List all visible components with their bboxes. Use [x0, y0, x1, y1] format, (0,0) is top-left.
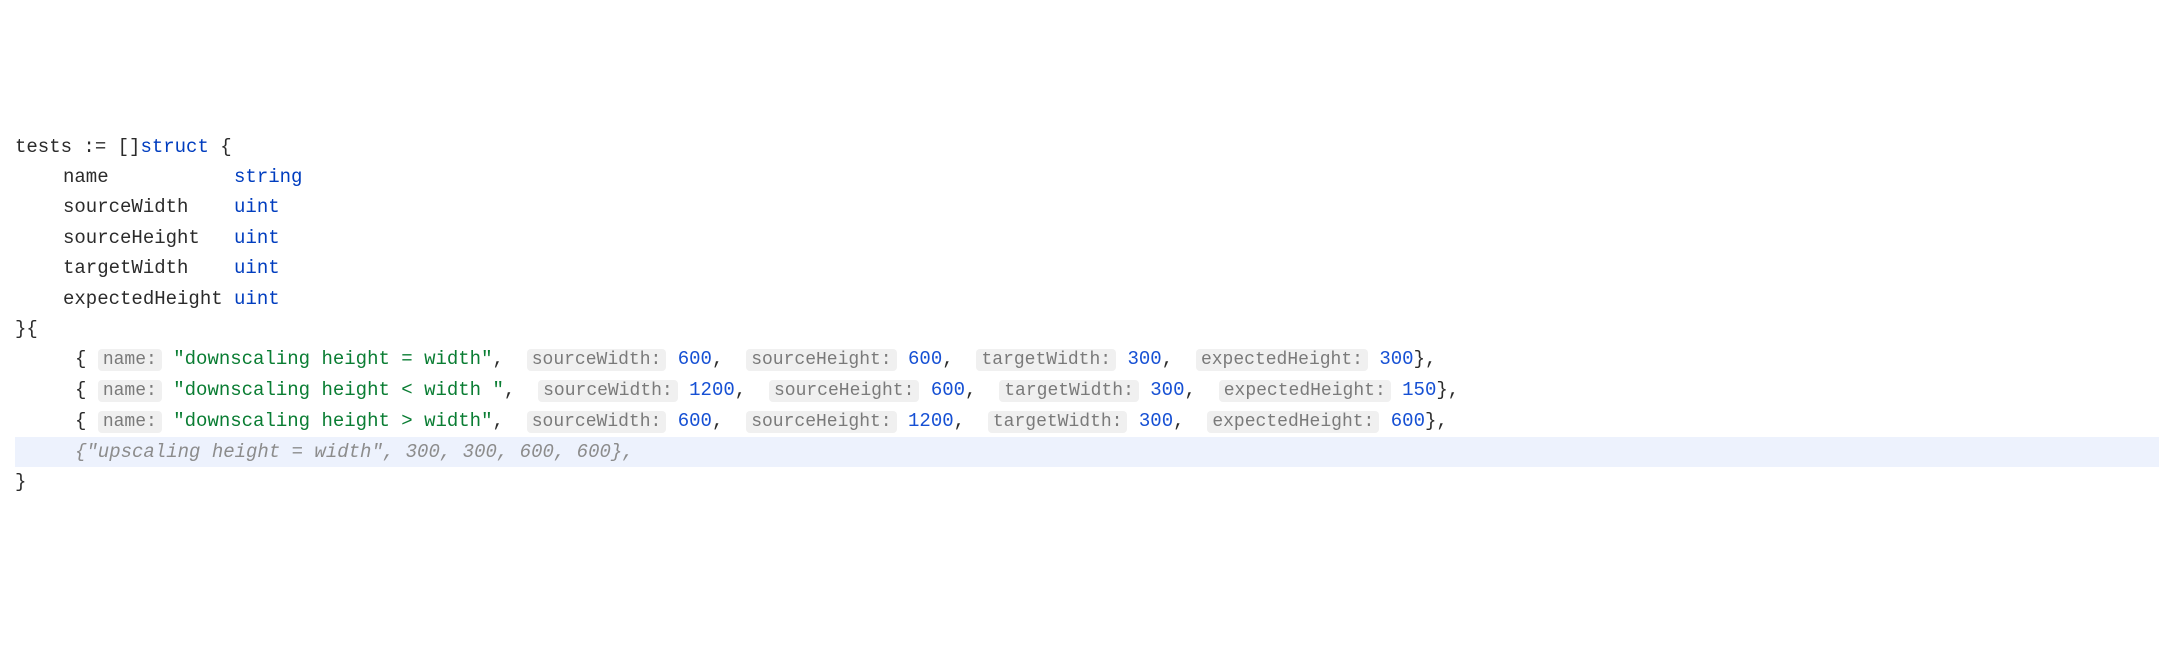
slice-op: [] [118, 136, 141, 158]
param-hint-sh: sourceHeight: [746, 349, 896, 371]
number-value: 300 [1379, 348, 1413, 370]
number-value: 300 [1150, 379, 1184, 401]
type-uint: uint [234, 257, 280, 279]
code-line-entry-2: { name: "downscaling height > width", so… [15, 406, 2159, 437]
number-value: 600 [908, 348, 942, 370]
param-hint-name: name: [98, 349, 162, 371]
code-line-field-eh: expectedHeight uint [15, 284, 2159, 314]
code-line-field-name: name string [15, 162, 2159, 192]
code-line-close: } [15, 467, 2159, 497]
number-value: 300 [1139, 410, 1173, 432]
param-hint-sh: sourceHeight: [769, 380, 919, 402]
number-value: 1200 [908, 410, 954, 432]
code-line-entry-0: { name: "downscaling height = width", so… [15, 344, 2159, 375]
braces: }{ [15, 318, 38, 340]
param-hint-sh: sourceHeight: [746, 411, 896, 433]
param-hint-sw: sourceWidth: [527, 411, 667, 433]
param-hint-sw: sourceWidth: [538, 380, 678, 402]
type-uint: uint [234, 288, 280, 310]
code-line-middle-braces: }{ [15, 314, 2159, 344]
field-sourceheight: sourceHeight [63, 227, 200, 249]
type-uint: uint [234, 196, 280, 218]
type-string: string [234, 166, 302, 188]
param-hint-eh: expectedHeight: [1207, 411, 1379, 433]
string-value: "downscaling height > width" [173, 410, 492, 432]
field-sourcewidth: sourceWidth [63, 196, 188, 218]
field-targetwidth: targetWidth [63, 257, 188, 279]
number-value: 600 [678, 348, 712, 370]
field-expectedheight: expectedHeight [63, 288, 223, 310]
number-value: 150 [1402, 379, 1436, 401]
decl-op: := [83, 136, 106, 158]
number-value: 600 [931, 379, 965, 401]
param-hint-sw: sourceWidth: [527, 349, 667, 371]
string-value: "downscaling height < width " [173, 379, 504, 401]
code-line-field-tw: targetWidth uint [15, 253, 2159, 283]
code-line-field-sw: sourceWidth uint [15, 192, 2159, 222]
struct-keyword: struct [140, 136, 208, 158]
number-value: 300 [1128, 348, 1162, 370]
param-hint-tw: targetWidth: [999, 380, 1139, 402]
open-brace: { [220, 136, 231, 158]
param-hint-tw: targetWidth: [976, 349, 1116, 371]
param-hint-eh: expectedHeight: [1196, 349, 1368, 371]
string-value: "downscaling height = width" [173, 348, 492, 370]
comment-text: {"upscaling height = width", 300, 300, 6… [75, 441, 634, 463]
param-hint-name: name: [98, 380, 162, 402]
code-line-entry-1: { name: "downscaling height < width ", s… [15, 375, 2159, 406]
code-line-field-sh: sourceHeight uint [15, 223, 2159, 253]
param-hint-tw: targetWidth: [988, 411, 1128, 433]
param-hint-eh: expectedHeight: [1219, 380, 1391, 402]
number-value: 600 [1391, 410, 1425, 432]
number-value: 1200 [689, 379, 735, 401]
code-line-comment: {"upscaling height = width", 300, 300, 6… [15, 437, 2159, 467]
number-value: 600 [678, 410, 712, 432]
code-line-1: tests := []struct { [15, 132, 2159, 162]
var-tests: tests [15, 136, 72, 158]
type-uint: uint [234, 227, 280, 249]
close-brace: } [15, 471, 26, 493]
code-editor[interactable]: tests := []struct {name stringsourceWidt… [15, 132, 2159, 498]
field-name: name [63, 166, 109, 188]
param-hint-name: name: [98, 411, 162, 433]
